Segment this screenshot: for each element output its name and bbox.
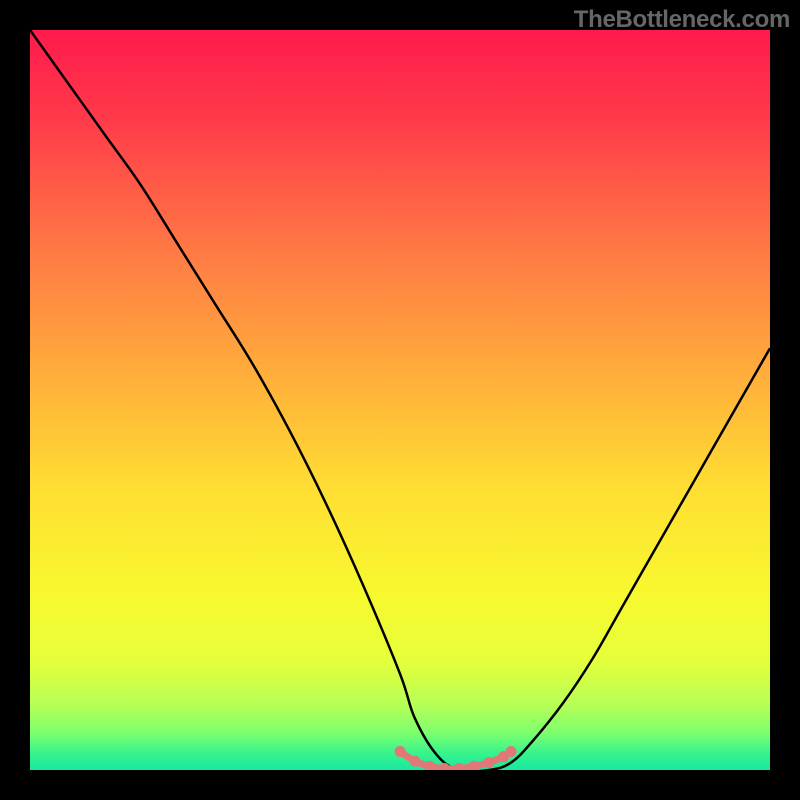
trough-dot — [454, 763, 465, 770]
bottleneck-curve — [30, 30, 770, 770]
chart-curve-layer — [30, 30, 770, 770]
trough-dot — [506, 746, 517, 757]
trough-dot — [395, 746, 406, 757]
chart-frame: TheBottleneck.com — [0, 0, 800, 800]
trough-dot — [409, 756, 420, 767]
attribution-watermark: TheBottleneck.com — [574, 6, 790, 34]
plot-area — [30, 30, 770, 770]
trough-dot — [483, 757, 494, 768]
